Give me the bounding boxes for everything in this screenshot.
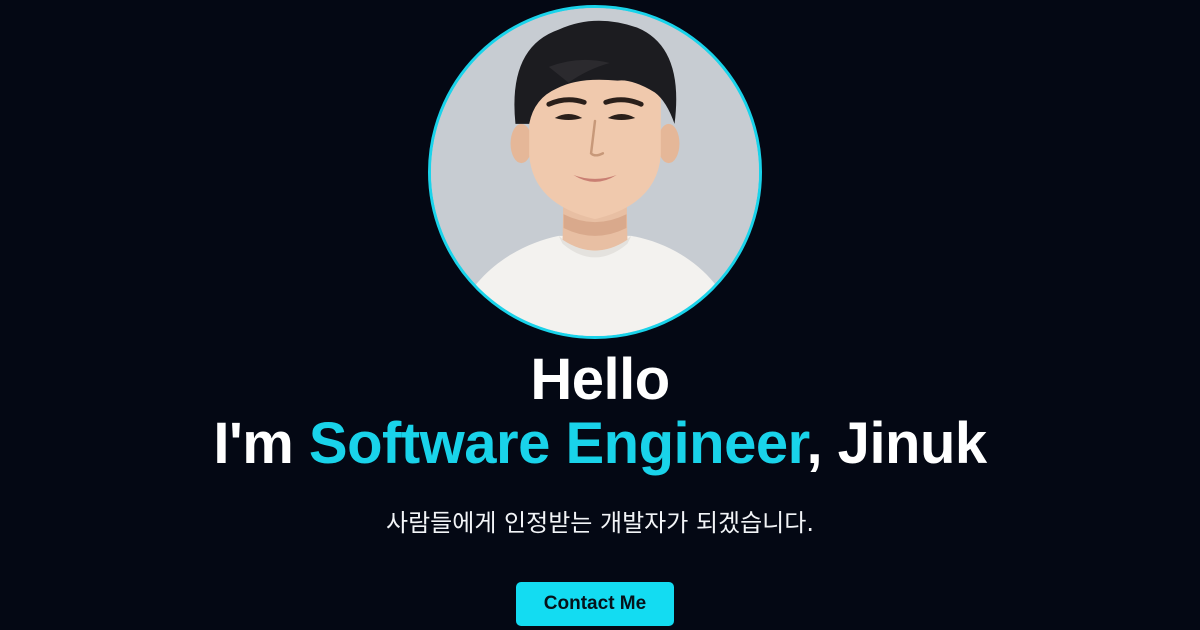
intro-suffix: , Jinuk — [806, 411, 987, 476]
role-highlight: Software Engineer — [308, 411, 807, 476]
hero-section: Hello I'm Software Engineer, Jinuk 사람들에게… — [0, 0, 1200, 630]
hero-tagline: 사람들에게 인정받는 개발자가 되겠습니다. — [386, 509, 814, 537]
profile-photo — [431, 8, 759, 336]
contact-me-button[interactable]: Contact Me — [516, 582, 674, 626]
profile-avatar — [428, 5, 762, 339]
intro-prefix: I'm — [213, 411, 309, 476]
hero-title: Hello I'm Software Engineer, Jinuk — [0, 348, 1200, 476]
greeting-text: Hello — [530, 347, 670, 412]
